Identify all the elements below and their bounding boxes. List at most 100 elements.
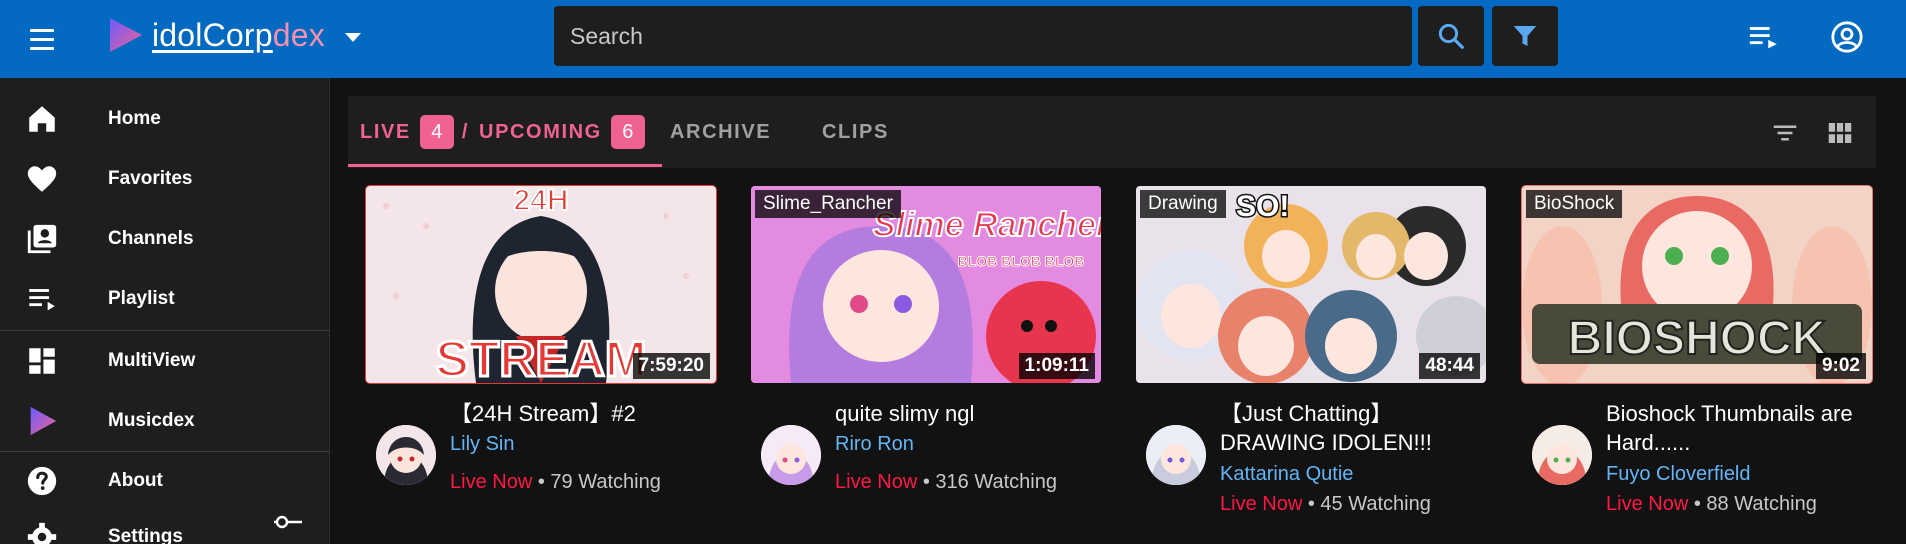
watching-count: • 79 Watching bbox=[537, 471, 661, 493]
heart-icon bbox=[24, 161, 60, 197]
sidebar-item-multiview[interactable]: MultiView bbox=[0, 332, 330, 390]
video-thumbnail[interactable]: BIOSHOCK BioShock 9:02 bbox=[1521, 185, 1873, 384]
upcoming-count-badge: 6 bbox=[610, 115, 645, 149]
channel-avatar[interactable] bbox=[761, 425, 821, 485]
sidebar-item-label: MultiView bbox=[108, 350, 196, 371]
video-tabs-bar: LIVE 4 / UPCOMING 6 ARCHIVE CLIPS bbox=[348, 96, 1876, 168]
grid-view-icon bbox=[1828, 123, 1852, 143]
video-title[interactable]: Bioshock Thumbnails are Hard...... bbox=[1606, 399, 1868, 457]
sidebar-item-about[interactable]: About bbox=[0, 452, 330, 510]
thumb-text-bottom: BLOB BLOB BLOB bbox=[958, 253, 1085, 269]
multiview-icon bbox=[24, 343, 60, 379]
channel-name[interactable]: Lily Sin bbox=[450, 433, 514, 456]
home-icon bbox=[24, 101, 60, 137]
watching-count: • 316 Watching bbox=[922, 471, 1057, 493]
video-title[interactable]: 【24H Stream】#2 bbox=[450, 399, 712, 428]
grid-view-button[interactable] bbox=[1823, 116, 1857, 150]
search-field[interactable] bbox=[554, 6, 1412, 66]
topic-tag: Slime_Rancher bbox=[755, 190, 901, 218]
video-card[interactable]: BIOSHOCK BioShock 9:02 Bioshock Thumbnai… bbox=[1521, 185, 1873, 521]
topic-tag: BioShock bbox=[1526, 190, 1623, 218]
tab-live-label: LIVE bbox=[360, 120, 411, 143]
sidebar-item-label: Home bbox=[108, 108, 161, 129]
live-status: Live Now • 88 Watching bbox=[1606, 493, 1817, 516]
hamburger-menu-icon[interactable] bbox=[22, 22, 62, 56]
thumb-text-bottom: STREAM bbox=[435, 331, 646, 383]
live-status: Live Now • 45 Watching bbox=[1220, 493, 1431, 516]
live-now-label: Live Now bbox=[1220, 493, 1303, 515]
queue-icon bbox=[1749, 27, 1777, 49]
search-button[interactable] bbox=[1418, 6, 1484, 66]
tab-archive[interactable]: ARCHIVE bbox=[670, 96, 771, 168]
tab-upcoming-label: UPCOMING bbox=[479, 120, 602, 143]
tab-live-upcoming[interactable]: LIVE 4 / UPCOMING 6 bbox=[360, 96, 653, 168]
sidebar-item-musicdex[interactable]: Musicdex bbox=[0, 392, 330, 450]
logo-text-accent: dex bbox=[272, 16, 325, 53]
sidebar-item-channels[interactable]: Channels bbox=[0, 210, 330, 268]
sidebar-divider bbox=[0, 330, 330, 331]
sidebar-item-playlist[interactable]: Playlist bbox=[0, 270, 330, 328]
live-now-label: Live Now bbox=[450, 471, 533, 493]
sidebar-item-label: Playlist bbox=[108, 288, 175, 309]
video-thumbnail[interactable]: Slime Rancher BLOB BLOB BLOB Slime_Ranch… bbox=[751, 186, 1101, 383]
account-circle-icon bbox=[1831, 21, 1863, 53]
search-input[interactable] bbox=[570, 22, 1412, 50]
funnel-icon bbox=[1513, 26, 1537, 46]
video-duration: 9:02 bbox=[1815, 353, 1866, 379]
channel-name[interactable]: Fuyo Cloverfield bbox=[1606, 463, 1751, 486]
channel-avatar[interactable] bbox=[1532, 425, 1592, 485]
account-button[interactable] bbox=[1827, 17, 1867, 57]
app-logo[interactable]: idolCorpdex bbox=[106, 12, 361, 58]
sidebar: Home Favorites Channels Playlist MultiVi… bbox=[0, 78, 330, 544]
video-card[interactable]: SO! Drawing 48:44 【Just Chatting】DRAWING… bbox=[1136, 186, 1486, 521]
musicdex-icon bbox=[24, 403, 60, 439]
live-status: Live Now • 316 Watching bbox=[835, 471, 1057, 494]
top-app-bar: idolCorpdex bbox=[0, 0, 1906, 78]
topic-tag: Drawing bbox=[1140, 190, 1226, 218]
filter-button[interactable] bbox=[1492, 6, 1558, 66]
video-title[interactable]: 【Just Chatting】DRAWING IDOLEN!!! bbox=[1220, 399, 1482, 457]
video-card[interactable]: Slime Rancher BLOB BLOB BLOB Slime_Ranch… bbox=[751, 186, 1101, 521]
channels-icon bbox=[24, 221, 60, 257]
thumb-text-top: Slime Rancher bbox=[873, 206, 1101, 244]
tab-clips-label: CLIPS bbox=[822, 120, 889, 143]
sidebar-item-home[interactable]: Home bbox=[0, 90, 330, 148]
tab-clips[interactable]: CLIPS bbox=[822, 96, 889, 168]
slider-toggle-icon[interactable] bbox=[272, 512, 304, 532]
sidebar-item-label: Favorites bbox=[108, 168, 193, 189]
sidebar-item-settings[interactable]: Settings bbox=[0, 508, 330, 544]
playlist-queue-button[interactable] bbox=[1744, 17, 1784, 57]
sidebar-item-label: Settings bbox=[108, 526, 183, 544]
watching-count: • 45 Watching bbox=[1307, 493, 1431, 515]
sidebar-item-label: Channels bbox=[108, 228, 194, 249]
live-now-label: Live Now bbox=[1606, 493, 1689, 515]
thumb-text-top: BIOSHOCK bbox=[1568, 312, 1827, 365]
thumb-text-top: 24H bbox=[513, 186, 568, 217]
channel-avatar[interactable] bbox=[1146, 425, 1206, 485]
help-icon bbox=[24, 463, 60, 499]
search-icon bbox=[1438, 23, 1464, 49]
sidebar-item-favorites[interactable]: Favorites bbox=[0, 150, 330, 208]
sort-button[interactable] bbox=[1768, 116, 1802, 150]
video-duration: 1:09:11 bbox=[1018, 353, 1095, 379]
video-duration: 7:59:20 bbox=[632, 353, 710, 379]
sidebar-item-label: Musicdex bbox=[108, 410, 195, 431]
channel-avatar[interactable] bbox=[376, 425, 436, 485]
video-title[interactable]: quite slimy ngl bbox=[835, 399, 1097, 428]
org-dropdown-caret-icon[interactable] bbox=[344, 32, 361, 42]
logo-text-main: idolCorp bbox=[152, 16, 273, 53]
sidebar-item-label: About bbox=[108, 470, 163, 491]
watching-count: • 88 Watching bbox=[1693, 493, 1817, 515]
channel-name[interactable]: Riro Ron bbox=[835, 433, 914, 456]
sort-lines-icon bbox=[1773, 125, 1797, 141]
thumb-text-top: SO! bbox=[1236, 190, 1289, 223]
active-tab-indicator bbox=[348, 164, 662, 167]
video-thumbnail[interactable]: 24H STREAM 7:59:20 bbox=[365, 185, 717, 384]
channel-name[interactable]: Kattarina Qutie bbox=[1220, 463, 1353, 486]
video-duration: 48:44 bbox=[1419, 353, 1480, 379]
live-now-label: Live Now bbox=[835, 471, 918, 493]
gear-icon bbox=[24, 519, 60, 544]
playlist-icon bbox=[24, 281, 60, 317]
video-thumbnail[interactable]: SO! Drawing 48:44 bbox=[1136, 186, 1486, 383]
video-card[interactable]: 24H STREAM 7:59:20 【24H Stream】#2 Lily S… bbox=[365, 185, 717, 521]
